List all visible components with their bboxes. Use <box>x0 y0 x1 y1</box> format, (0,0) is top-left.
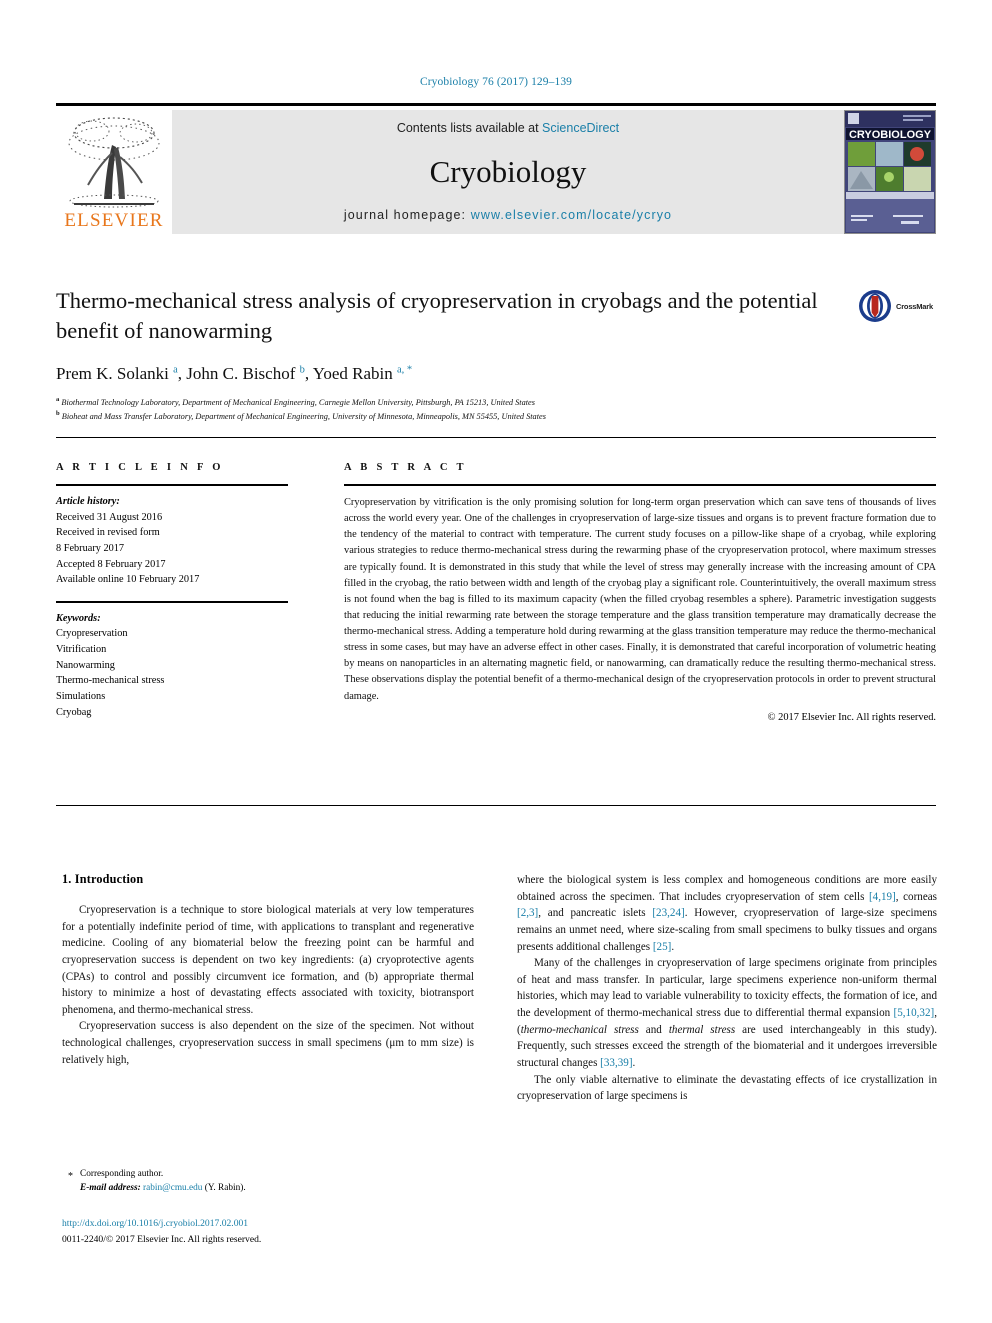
keywords-label: Keywords: <box>56 612 101 624</box>
keyword-item: Simulations <box>56 691 106 703</box>
history-item: 8 February 2017 <box>56 542 125 554</box>
footnote-star: * <box>68 1171 73 1182</box>
article-history: Article history: Received 31 August 2016… <box>56 494 288 588</box>
cover-art: CRYOBIOLOGY <box>845 111 935 233</box>
journal-cover-thumbnail: CRYOBIOLOGY <box>844 110 936 234</box>
elsevier-wordmark: ELSEVIER <box>64 210 164 231</box>
body-column-right: where the biological system is less comp… <box>517 872 937 1105</box>
body-column-left: 1. Introduction Cryopreservation is a te… <box>62 872 474 1068</box>
banner-center: Contents lists available at ScienceDirec… <box>172 110 844 234</box>
svg-text:CRYOBIOLOGY: CRYOBIOLOGY <box>849 129 932 141</box>
abstract-divider <box>344 484 936 486</box>
email-line: E-mail address: rabin@cmu.edu (Y. Rabin)… <box>80 1182 474 1196</box>
doi-link[interactable]: http://dx.doi.org/10.1016/j.cryobiol.201… <box>62 1216 482 1232</box>
author-list: Prem K. Solanki a, John C. Bischof b, Yo… <box>56 364 413 384</box>
homepage-link[interactable]: www.elsevier.com/locate/ycryo <box>471 208 672 222</box>
keywords-block: Keywords: Cryopreservation Vitrification… <box>56 611 288 720</box>
abstract-bottom-rule <box>56 805 936 806</box>
keyword-item: Cryopreservation <box>56 628 128 640</box>
info-divider <box>56 484 288 486</box>
contents-prefix: Contents lists available at <box>396 121 543 135</box>
keyword-item: Cryobag <box>56 706 92 718</box>
history-item: Accepted 8 February 2017 <box>56 558 166 570</box>
keyword-item: Thermo-mechanical stress <box>56 675 165 687</box>
elsevier-logo: ELSEVIER <box>56 110 172 234</box>
corresponding-author-text: Corresponding author. <box>80 1169 164 1179</box>
abstract-text: Cryopreservation by vitrification is the… <box>344 497 936 702</box>
abstract-copyright: © 2017 Elsevier Inc. All rights reserved… <box>767 711 936 723</box>
crossmark-badge[interactable]: CrossMark <box>858 288 936 324</box>
email-owner: (Y. Rabin). <box>204 1182 246 1193</box>
contents-line: Contents lists available at ScienceDirec… <box>397 121 619 135</box>
elsevier-tree-icon <box>68 117 160 208</box>
issn-copyright: 0011-2240/© 2017 Elsevier Inc. All right… <box>62 1233 262 1245</box>
paragraph: Cryopreservation success is also depende… <box>62 1020 474 1066</box>
keyword-item: Vitrification <box>56 644 107 656</box>
running-head: Cryobiology 76 (2017) 129–139 <box>419 76 573 88</box>
journal-title: Cryobiology <box>429 154 587 189</box>
affiliation-b: b Bioheat and Mass Transfer Laboratory, … <box>56 410 546 421</box>
banner-top-rule <box>56 103 936 106</box>
title-block: Thermo-mechanical stress analysis of cry… <box>56 286 846 423</box>
article-info-column: A R T I C L E I N F O Article history: R… <box>56 462 288 720</box>
email-label: E-mail address: <box>80 1182 141 1193</box>
homepage-line: journal homepage: www.elsevier.com/locat… <box>344 208 672 222</box>
affiliation-list: a Biothermal Technology Laboratory, Depa… <box>56 395 846 423</box>
article-history-label: Article history: <box>56 496 120 507</box>
paragraph: The only viable alternative to eliminate… <box>517 1073 937 1103</box>
history-item: Available online 10 February 2017 <box>56 574 200 586</box>
corresponding-author-footnote: * Corresponding author. E-mail address: … <box>62 1168 474 1196</box>
affiliation-a: a Biothermal Technology Laboratory, Depa… <box>56 396 535 408</box>
keywords-divider <box>56 600 288 603</box>
page-footer: http://dx.doi.org/10.1016/j.cryobiol.201… <box>62 1216 482 1247</box>
abstract-top-rule <box>56 437 936 438</box>
paragraph: Cryopreservation is a technique to store… <box>62 904 474 1016</box>
paper-page: Cryobiology 76 (2017) 129–139 ELSEVIER C… <box>0 0 992 1323</box>
paragraph: Many of the challenges in cryopreservati… <box>517 957 937 1070</box>
email-link[interactable]: rabin@cmu.edu <box>143 1183 202 1193</box>
journal-banner: ELSEVIER Contents lists available at Sci… <box>56 110 936 234</box>
history-item: Received in revised form <box>56 527 160 539</box>
paragraph: where the biological system is less comp… <box>517 874 937 953</box>
abstract-column: A B S T R A C T Cryopreservation by vitr… <box>344 462 936 723</box>
article-info-heading: A R T I C L E I N F O <box>56 462 224 473</box>
homepage-prefix: journal homepage: <box>343 208 471 222</box>
sciencedirect-link[interactable]: ScienceDirect <box>542 121 619 135</box>
page-title: Thermo-mechanical stress analysis of cry… <box>56 288 818 343</box>
footnote-body: Corresponding author. E-mail address: ra… <box>62 1168 474 1196</box>
crossmark-label: CrossMark <box>896 301 933 311</box>
keyword-item: Nanowarming <box>56 659 115 671</box>
crossmark-icon <box>859 290 891 322</box>
section-heading-introduction: 1. Introduction <box>62 872 144 886</box>
abstract-heading: A B S T R A C T <box>344 462 467 473</box>
history-item: Received 31 August 2016 <box>56 511 163 523</box>
